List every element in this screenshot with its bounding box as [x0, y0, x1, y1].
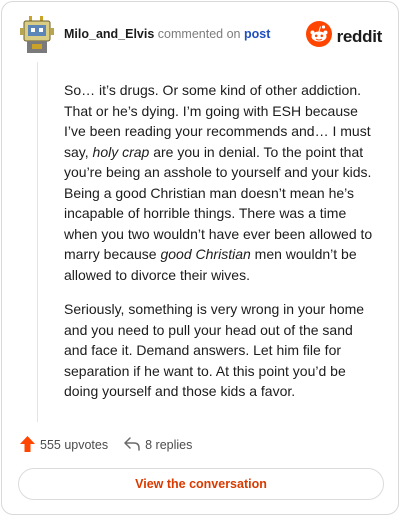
reply-count: 8 replies	[145, 438, 193, 452]
author-name[interactable]: Milo_and_Elvis	[64, 27, 154, 41]
upvote-count: 555 upvotes	[40, 438, 109, 452]
comment-paragraph-1: So… it’s drugs. Or some kind of other ad…	[64, 80, 376, 285]
reddit-logo-icon	[305, 21, 332, 52]
robot-avatar-icon[interactable]	[20, 16, 54, 54]
post-link[interactable]: post	[244, 27, 270, 41]
upvote-button[interactable]: 555 upvotes	[20, 435, 109, 455]
comment-text: are you in denial. To the point that you…	[64, 143, 373, 263]
comment-card: Milo_and_Elvis commented on post reddit	[1, 1, 399, 515]
reddit-wordmark: reddit	[336, 26, 383, 46]
reply-arrow-icon	[124, 436, 145, 454]
comment-emphasis: holy crap	[92, 143, 150, 160]
comment-body: So… it’s drugs. Or some kind of other ad…	[64, 80, 376, 416]
comment-header: Milo_and_Elvis commented on post reddit	[20, 16, 382, 56]
reddit-brand[interactable]: reddit	[305, 21, 383, 52]
commented-on-text: commented on	[157, 27, 241, 41]
comment-emphasis: good Christian	[160, 246, 251, 262]
comment-paragraph-2: Seriously, something is very wrong in yo…	[64, 301, 365, 399]
view-conversation-button[interactable]: View the conversation	[18, 468, 384, 500]
replies-button[interactable]: 8 replies	[124, 436, 193, 454]
author-line: Milo_and_Elvis commented on post	[64, 27, 270, 41]
upvote-arrow-icon	[20, 435, 40, 455]
thread-line	[37, 62, 38, 422]
comment-actions: 555 upvotes 8 replies	[20, 434, 192, 456]
